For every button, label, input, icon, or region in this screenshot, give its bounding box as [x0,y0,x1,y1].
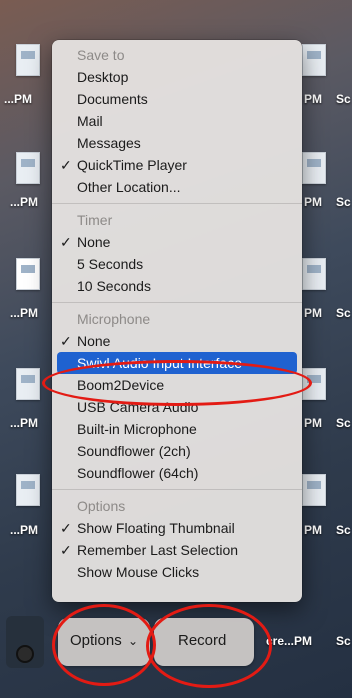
menu-item-label: Desktop [77,69,129,85]
menu-item-timer-5-seconds[interactable]: 5 Seconds [52,253,302,275]
menu-item-label: Boom2Device [77,377,165,393]
desktop-file-label: Sc [336,92,351,106]
desktop-file-label: PM [304,416,322,430]
menu-item-microphone-none[interactable]: ✓ None [52,330,302,352]
menu-section-header-timer: Timer [77,212,113,228]
menu-item-timer-10-seconds[interactable]: 10 Seconds [52,275,302,297]
checkmark-icon: ✓ [60,157,72,173]
options-button-label: Options [70,632,122,649]
menu-item-label: Documents [77,91,148,107]
menu-item-label: None [77,234,111,250]
menu-item-quicktime-player[interactable]: ✓ QuickTime Player [52,154,302,176]
menu-divider [52,489,302,490]
menu-item-label: 5 Seconds [77,256,144,272]
menu-item-timer-none[interactable]: ✓ None [52,231,302,253]
menu-item-soundflower-64ch[interactable]: Soundflower (64ch) [52,462,302,484]
desktop-file-label: ...PM [10,523,39,537]
menu-item-label: Built-in Microphone [77,421,197,437]
menu-item-soundflower-2ch[interactable]: Soundflower (2ch) [52,440,302,462]
record-button[interactable]: Record [154,618,254,666]
menu-item-other-location[interactable]: Other Location... [52,176,302,198]
desktop-file-label: ...PM [10,195,39,209]
menu-item-label: Show Mouse Clicks [77,564,200,580]
menu-divider [52,302,302,303]
menu-item-label: 10 Seconds [77,278,151,294]
desktop-file-label: Sc [336,634,351,648]
checkmark-icon: ✓ [60,542,72,558]
menu-item-label: Soundflower (2ch) [77,443,191,459]
desktop-file-label: PM [304,195,322,209]
desktop-file-label: PM [304,306,322,320]
desktop-file-label: Sc [336,523,351,537]
menu-section-header-microphone: Microphone [77,311,151,327]
screenshot-file-icon[interactable] [302,474,326,506]
screenshot-file-icon[interactable] [16,152,40,184]
menu-item-remember-last-selection[interactable]: ✓ Remember Last Selection [52,539,302,561]
screenshot-file-icon[interactable] [16,44,40,76]
menu-item-usb-camera-audio[interactable]: USB Camera Audio [52,396,302,418]
desktop-file-label: cre...PM [266,634,313,648]
desktop-file-label: ...PM [4,92,33,106]
checkmark-icon: ✓ [60,333,72,349]
screenshot-file-icon[interactable] [302,258,326,290]
menu-item-messages[interactable]: Messages [52,132,302,154]
menu-item-label: Messages [77,135,141,151]
options-button[interactable]: Options ⌄ [58,618,150,666]
chevron-down-icon: ⌄ [128,634,139,648]
desktop-file-label: PM [304,523,322,537]
menu-item-label: Soundflower (64ch) [77,465,199,481]
desktop-file-label: PM [304,92,322,106]
menu-item-documents[interactable]: Documents [52,88,302,110]
menu-item-label: Remember Last Selection [77,542,239,558]
menu-divider [52,203,302,204]
screenshot-file-icon[interactable] [302,152,326,184]
checkmark-icon: ✓ [60,520,72,536]
screenshot-file-icon[interactable] [302,44,326,76]
screenshot-file-icon[interactable] [16,368,40,400]
screenshot-file-icon[interactable] [302,368,326,400]
menu-section-header-save-to: Save to [77,47,125,63]
options-dropdown-menu: Save to Desktop Documents Mail Messages … [52,40,302,602]
menu-item-desktop[interactable]: Desktop [52,66,302,88]
record-button-label: Record [178,632,227,649]
menu-item-show-mouse-clicks[interactable]: Show Mouse Clicks [52,561,302,583]
menu-item-swivl-audio-input-interface[interactable]: Swivl Audio Input Interface [57,352,297,374]
screenshot-file-icon[interactable] [16,474,40,506]
menu-item-label: Show Floating Thumbnail [77,520,235,536]
menu-item-label: Mail [77,113,103,129]
desktop-file-label: Sc [336,306,351,320]
desktop-file-label: ...PM [10,306,39,320]
menu-item-built-in-microphone[interactable]: Built-in Microphone [52,418,302,440]
menu-item-label: QuickTime Player [77,157,187,173]
menu-item-label: Swivl Audio Input Interface [77,355,242,371]
menu-section-header-options: Options [77,498,126,514]
menu-item-label: USB Camera Audio [77,399,199,415]
menu-item-label: Other Location... [77,179,181,195]
menu-item-label: None [77,333,111,349]
desktop-file-label: Sc [336,416,351,430]
checkmark-icon: ✓ [60,234,72,250]
menu-item-mail[interactable]: Mail [52,110,302,132]
menu-item-show-floating-thumbnail[interactable]: ✓ Show Floating Thumbnail [52,517,302,539]
record-mode-icon [16,645,34,663]
menu-item-boom2device[interactable]: Boom2Device [52,374,302,396]
desktop-file-label: ...PM [10,416,39,430]
desktop-file-label: Sc [336,195,351,209]
quicktime-app-icon[interactable] [16,258,40,290]
